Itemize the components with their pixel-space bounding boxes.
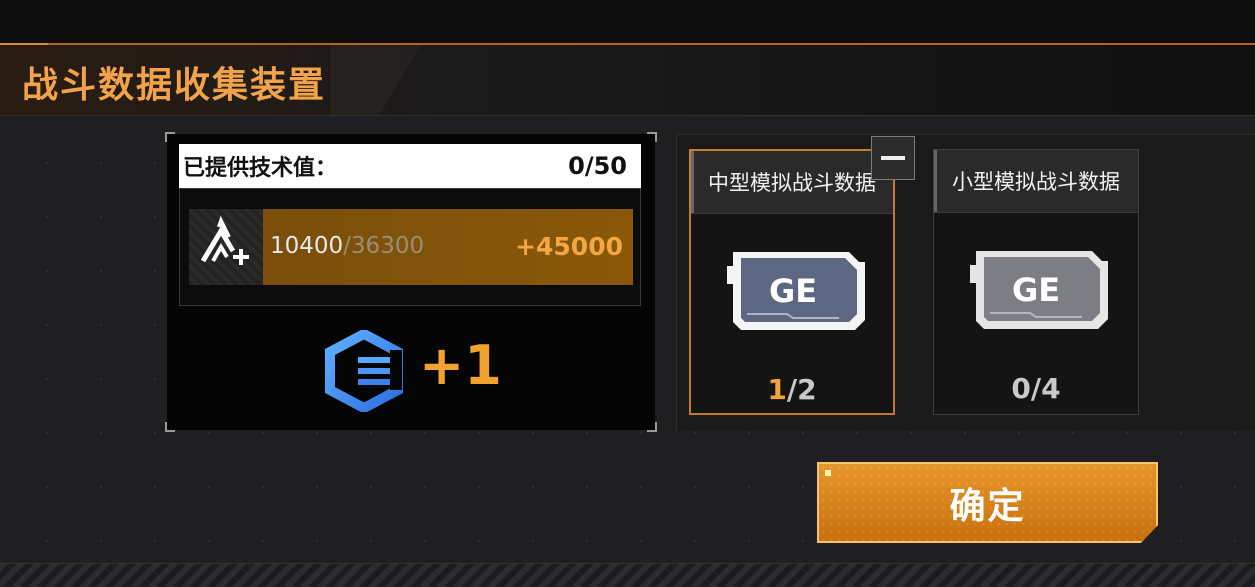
confirm-accent-dot <box>825 470 831 476</box>
corner-bracket <box>165 422 175 432</box>
experience-bar: 10400/36300 +45000 <box>189 209 633 285</box>
bottom-stripe <box>0 563 1255 587</box>
hexagon-level-icon <box>324 328 404 416</box>
medium-combat-data-card[interactable]: 中型模拟战斗数据 GE 1/2 <box>689 149 895 415</box>
card-used-count: 0 <box>1011 372 1031 405</box>
tech-value-count: 0/50 <box>568 152 627 180</box>
tech-panel: 已提供技术值： 0/50 10400/36300 +45000 +1 <box>165 132 657 432</box>
confirm-button[interactable]: 确定 <box>817 462 1158 543</box>
data-chip-icon: GE <box>970 245 1110 337</box>
tech-value-label: 已提供技术值： <box>183 156 338 181</box>
experience-text: 10400/36300 <box>270 233 424 259</box>
experience-total: /36300 <box>343 233 425 259</box>
chip-label: GE <box>1012 271 1060 309</box>
card-edge <box>691 151 694 213</box>
data-chip-icon: GE <box>727 246 867 338</box>
small-combat-data-card[interactable]: 小型模拟战斗数据 GE 0/4 <box>933 149 1139 415</box>
corner-bracket <box>647 132 657 142</box>
card-total-count: /4 <box>1030 372 1061 405</box>
card-used-count: 1 <box>767 373 787 406</box>
corner-bracket <box>165 132 175 142</box>
corner-bracket <box>647 422 657 432</box>
experience-box: 10400/36300 +45000 <box>179 188 641 306</box>
confirm-label: 确定 <box>949 485 1026 527</box>
tech-value-header: 已提供技术值： 0/50 <box>179 144 641 188</box>
page-title: 战斗数据收集装置 <box>22 65 327 106</box>
experience-current: 10400 <box>270 233 344 259</box>
chip-label: GE <box>769 272 817 310</box>
reward-count: +1 <box>419 334 502 397</box>
minus-button[interactable] <box>871 136 915 180</box>
card-count: 1/2 <box>691 373 893 406</box>
card-title: 小型模拟战斗数据 <box>934 150 1138 213</box>
card-count: 0/4 <box>934 372 1138 405</box>
minus-icon <box>881 156 905 160</box>
top-strip <box>0 0 1255 44</box>
rank-up-icon <box>189 209 263 285</box>
header-decoration <box>330 45 470 115</box>
card-edge <box>934 150 937 212</box>
card-total-count: /2 <box>786 373 817 406</box>
card-title: 中型模拟战斗数据 <box>691 151 893 214</box>
experience-gain: +45000 <box>515 232 623 261</box>
